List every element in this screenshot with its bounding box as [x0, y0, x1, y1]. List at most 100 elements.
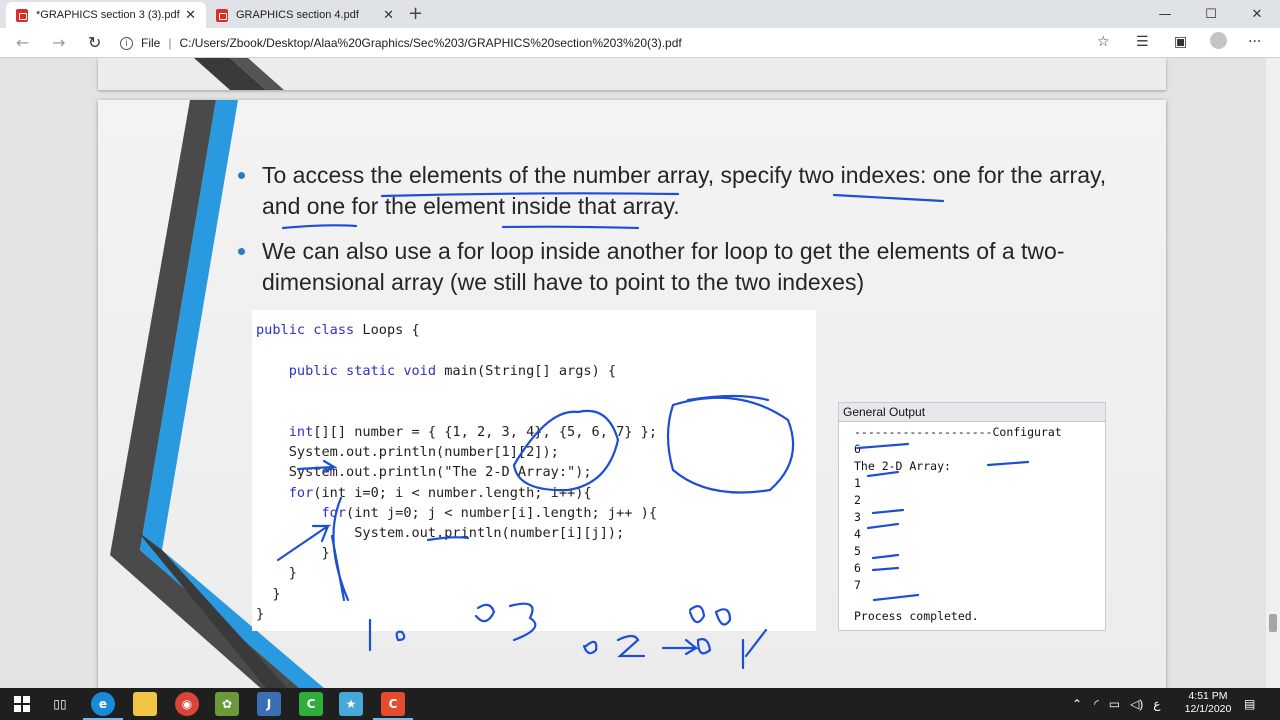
task-view-icon[interactable]: ▯▯ — [48, 692, 72, 716]
close-window-button[interactable]: ✕ — [1234, 0, 1280, 28]
code-screenshot: public class Loops { public static void … — [252, 310, 816, 631]
code-keyword: for — [256, 505, 347, 521]
code-text: } — [256, 545, 330, 561]
code-text: System.out.println(number[1][2]); — [256, 444, 559, 460]
jcreator-icon[interactable]: J — [257, 692, 281, 716]
code-line: } — [256, 565, 297, 581]
output-line: 7 — [854, 578, 861, 592]
output-line: 4 — [854, 527, 861, 541]
code-line: int[][] number = { {1, 2, 3, 4}, {5, 6, … — [256, 424, 657, 440]
star-icon[interactable]: ☆ — [1097, 34, 1110, 50]
profile-icon[interactable] — [1210, 32, 1227, 49]
code-line: for(int i=0; i < number.length; i++){ — [256, 485, 592, 501]
maximize-button[interactable]: ☐ — [1188, 0, 1234, 28]
code-text: (int j=0; j < number[i].length; j++ ){ — [346, 505, 658, 521]
url-field[interactable]: i File | C:/Users/Zbook/Desktop/Alaa%20G… — [120, 31, 1120, 55]
tab-title: *GRAPHICS section 3 (3).pdf — [36, 9, 180, 21]
code-text: } — [256, 565, 297, 581]
url-text[interactable]: C:/Users/Zbook/Desktop/Alaa%20Graphics/S… — [179, 36, 681, 50]
code-keyword: public class — [256, 322, 363, 338]
window-controls: — ☐ ✕ — [1142, 0, 1280, 28]
back-button[interactable]: ← — [16, 33, 29, 52]
previous-page — [98, 58, 1166, 90]
slide-decoration — [194, 58, 284, 90]
output-line: 2 — [854, 493, 861, 507]
scheme-label: File — [141, 36, 161, 50]
output-line: 6 — [854, 561, 861, 575]
chevron-up-icon[interactable]: ⌃ — [1072, 697, 1082, 711]
slide-page: To access the elements of the number arr… — [98, 100, 1166, 688]
info-icon[interactable]: i — [120, 36, 133, 50]
code-line: public static void main(String[] args) { — [256, 363, 616, 379]
start-icon[interactable] — [10, 692, 34, 716]
tab-strip: *GRAPHICS section 3 (3).pdf ✕ GRAPHICS s… — [0, 0, 1280, 28]
taskbar-clock[interactable]: 4:51 PM 12/1/2020 — [1178, 690, 1238, 716]
code-text: } — [256, 606, 265, 622]
tab-graphics-section-4[interactable]: GRAPHICS section 4.pdf ✕ — [206, 2, 404, 28]
general-output-window: General Output --------------------Confi… — [838, 402, 1106, 631]
tab-close-icon[interactable]: ✕ — [185, 7, 196, 23]
pdf-viewer[interactable]: To access the elements of the number arr… — [0, 58, 1280, 688]
output-line: 1 — [854, 476, 861, 490]
code-line: } — [256, 586, 281, 602]
favorites-icon[interactable]: ☰ — [1136, 34, 1149, 50]
more-icon[interactable]: ··· — [1248, 34, 1261, 50]
bullet-item: We can also use a for loop inside anothe… — [238, 236, 1138, 298]
wifi-icon[interactable]: ◜ — [1094, 697, 1099, 711]
refresh-button[interactable]: ↻ — [88, 33, 101, 52]
chrome-icon[interactable]: ◉ — [175, 692, 199, 716]
vertical-scrollbar[interactable] — [1266, 58, 1280, 688]
pdf-icon — [216, 8, 228, 22]
bullet-item: To access the elements of the number arr… — [238, 160, 1138, 222]
pdf-icon — [16, 8, 28, 22]
tab-graphics-section-3[interactable]: *GRAPHICS section 3 (3).pdf ✕ — [6, 2, 206, 28]
code-keyword: for — [256, 485, 314, 501]
code-line: System.out.println(number[i][j]); — [256, 525, 624, 541]
tab-close-icon[interactable]: ✕ — [383, 7, 394, 23]
output-title: General Output — [839, 403, 1105, 422]
edge-icon[interactable]: e — [83, 692, 123, 720]
language-indicator[interactable]: ع — [1153, 697, 1160, 711]
file-explorer-icon[interactable] — [133, 692, 157, 716]
recorder-icon[interactable]: C — [373, 692, 413, 720]
forward-button[interactable]: → — [52, 33, 65, 52]
code-line: for(int j=0; j < number[i].length; j++ )… — [256, 505, 657, 521]
code-line: } — [256, 545, 330, 561]
code-text: Loops { — [362, 322, 420, 338]
app-icon[interactable]: ★ — [339, 692, 363, 716]
scrollbar-thumb[interactable] — [1269, 614, 1277, 632]
notification-icon[interactable]: ▤ — [1244, 688, 1255, 720]
output-line: --------------------Configurat — [854, 425, 1062, 439]
output-line: 5 — [854, 544, 861, 558]
battery-icon[interactable]: ▭ — [1109, 697, 1120, 711]
code-line: System.out.println(number[1][2]); — [256, 444, 559, 460]
code-line: } — [256, 606, 264, 622]
code-text: (int i=0; i < number.length; i++){ — [313, 485, 592, 501]
windows-taskbar: ▯▯ e ◉ ✿ J C ★ C ⌃ ◜ ▭ ◁) ع 4:51 PM 12/1… — [0, 688, 1280, 720]
system-tray: ⌃ ◜ ▭ ◁) ع — [1072, 688, 1160, 720]
volume-icon[interactable]: ◁) — [1130, 697, 1143, 711]
output-line: Process completed. — [854, 609, 979, 623]
collections-icon[interactable]: ▣ — [1174, 34, 1187, 50]
url-separator: | — [168, 36, 172, 50]
code-text: main(String[] args) { — [444, 363, 617, 379]
code-text: } — [256, 586, 281, 602]
output-line: 3 — [854, 510, 861, 524]
code-line: public class Loops { — [256, 322, 420, 338]
code-text: System.out.println(number[i][j]); — [256, 525, 625, 541]
new-tab-button[interactable]: + — [408, 3, 423, 24]
clock-date: 12/1/2020 — [1184, 703, 1232, 715]
paint-icon[interactable]: ✿ — [215, 692, 239, 716]
camtasia-icon[interactable]: C — [299, 692, 323, 716]
code-line: System.out.println("The 2-D Array:"); — [256, 464, 592, 480]
clock-time: 4:51 PM — [1188, 690, 1228, 702]
output-line: 6 — [854, 442, 861, 456]
tab-title: GRAPHICS section 4.pdf — [236, 9, 359, 21]
minimize-button[interactable]: — — [1142, 0, 1188, 28]
address-bar: ← → ↻ i File | C:/Users/Zbook/Desktop/Al… — [0, 28, 1280, 58]
code-text: System.out.println("The 2-D Array:"); — [256, 464, 592, 480]
code-keyword: int — [256, 424, 314, 440]
code-keyword: public static void — [256, 363, 445, 379]
bullet-list: To access the elements of the number arr… — [238, 160, 1138, 312]
code-text: [][] number = { {1, 2, 3, 4}, {5, 6, 7} … — [313, 424, 658, 440]
